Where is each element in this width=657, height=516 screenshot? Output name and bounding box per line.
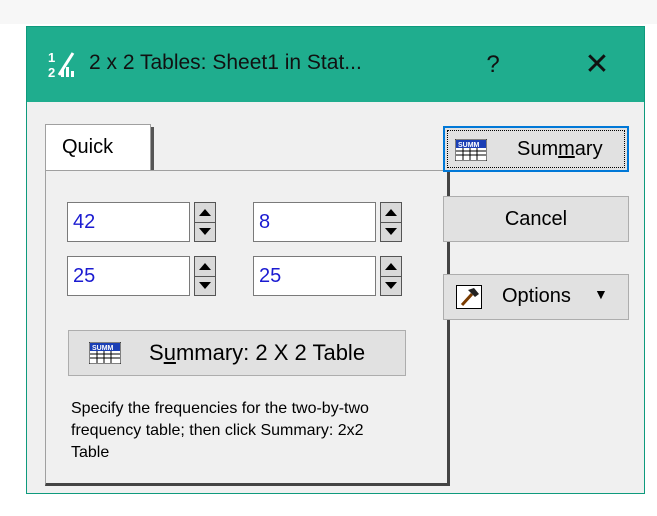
cell-r1c1-spinner	[67, 202, 217, 244]
spin-up-button[interactable]	[381, 203, 401, 223]
cell-r2c1-spinner	[67, 256, 217, 298]
spin-arrows[interactable]	[380, 256, 402, 296]
spin-up-button[interactable]	[195, 257, 215, 277]
cell-r2c1-input[interactable]	[67, 256, 190, 296]
hint-text: Specify the frequencies for the two-by-t…	[71, 400, 369, 461]
summ-table-icon: SUMM	[455, 139, 487, 161]
spin-arrows[interactable]	[380, 202, 402, 242]
svg-text:SUMM: SUMM	[458, 142, 480, 149]
arrow-up-icon	[385, 209, 397, 216]
spin-arrows[interactable]	[194, 202, 216, 242]
summary-2x2-table-button[interactable]: SUMM Summary: 2 X 2 Table	[68, 330, 406, 376]
background-strip	[0, 0, 657, 24]
tab-quick[interactable]: Quick	[45, 124, 154, 173]
dropdown-arrow-icon: ▼	[594, 286, 608, 302]
arrow-down-icon	[385, 228, 397, 235]
cell-r1c1-input[interactable]	[67, 202, 190, 242]
spin-down-button[interactable]	[195, 222, 215, 241]
spin-arrows[interactable]	[194, 256, 216, 296]
svg-text:SUMM: SUMM	[92, 345, 114, 352]
spin-up-button[interactable]	[195, 203, 215, 223]
cancel-button[interactable]: Cancel	[443, 196, 629, 242]
cell-r1c2-input[interactable]	[253, 202, 376, 242]
spin-down-button[interactable]	[381, 276, 401, 295]
options-button[interactable]: Options ▼	[443, 274, 629, 320]
cell-r2c2-spinner	[253, 256, 403, 298]
arrow-up-icon	[199, 263, 211, 270]
summary-button-label: Summary	[517, 138, 603, 160]
spin-up-button[interactable]	[381, 257, 401, 277]
options-label: Options	[502, 285, 571, 307]
arrow-down-icon	[199, 282, 211, 289]
arrow-down-icon	[385, 282, 397, 289]
spin-down-button[interactable]	[381, 222, 401, 241]
arrow-up-icon	[385, 263, 397, 270]
arrow-up-icon	[199, 209, 211, 216]
summary-2x2-label: Summary: 2 X 2 Table	[149, 340, 366, 365]
cell-r1c2-spinner	[253, 202, 403, 244]
hammer-icon	[456, 285, 482, 309]
summ-table-icon: SUMM	[89, 342, 121, 364]
summary-button[interactable]: SUMM Summary	[443, 126, 629, 172]
arrow-down-icon	[199, 228, 211, 235]
cell-r2c2-input[interactable]	[253, 256, 376, 296]
spin-down-button[interactable]	[195, 276, 215, 295]
